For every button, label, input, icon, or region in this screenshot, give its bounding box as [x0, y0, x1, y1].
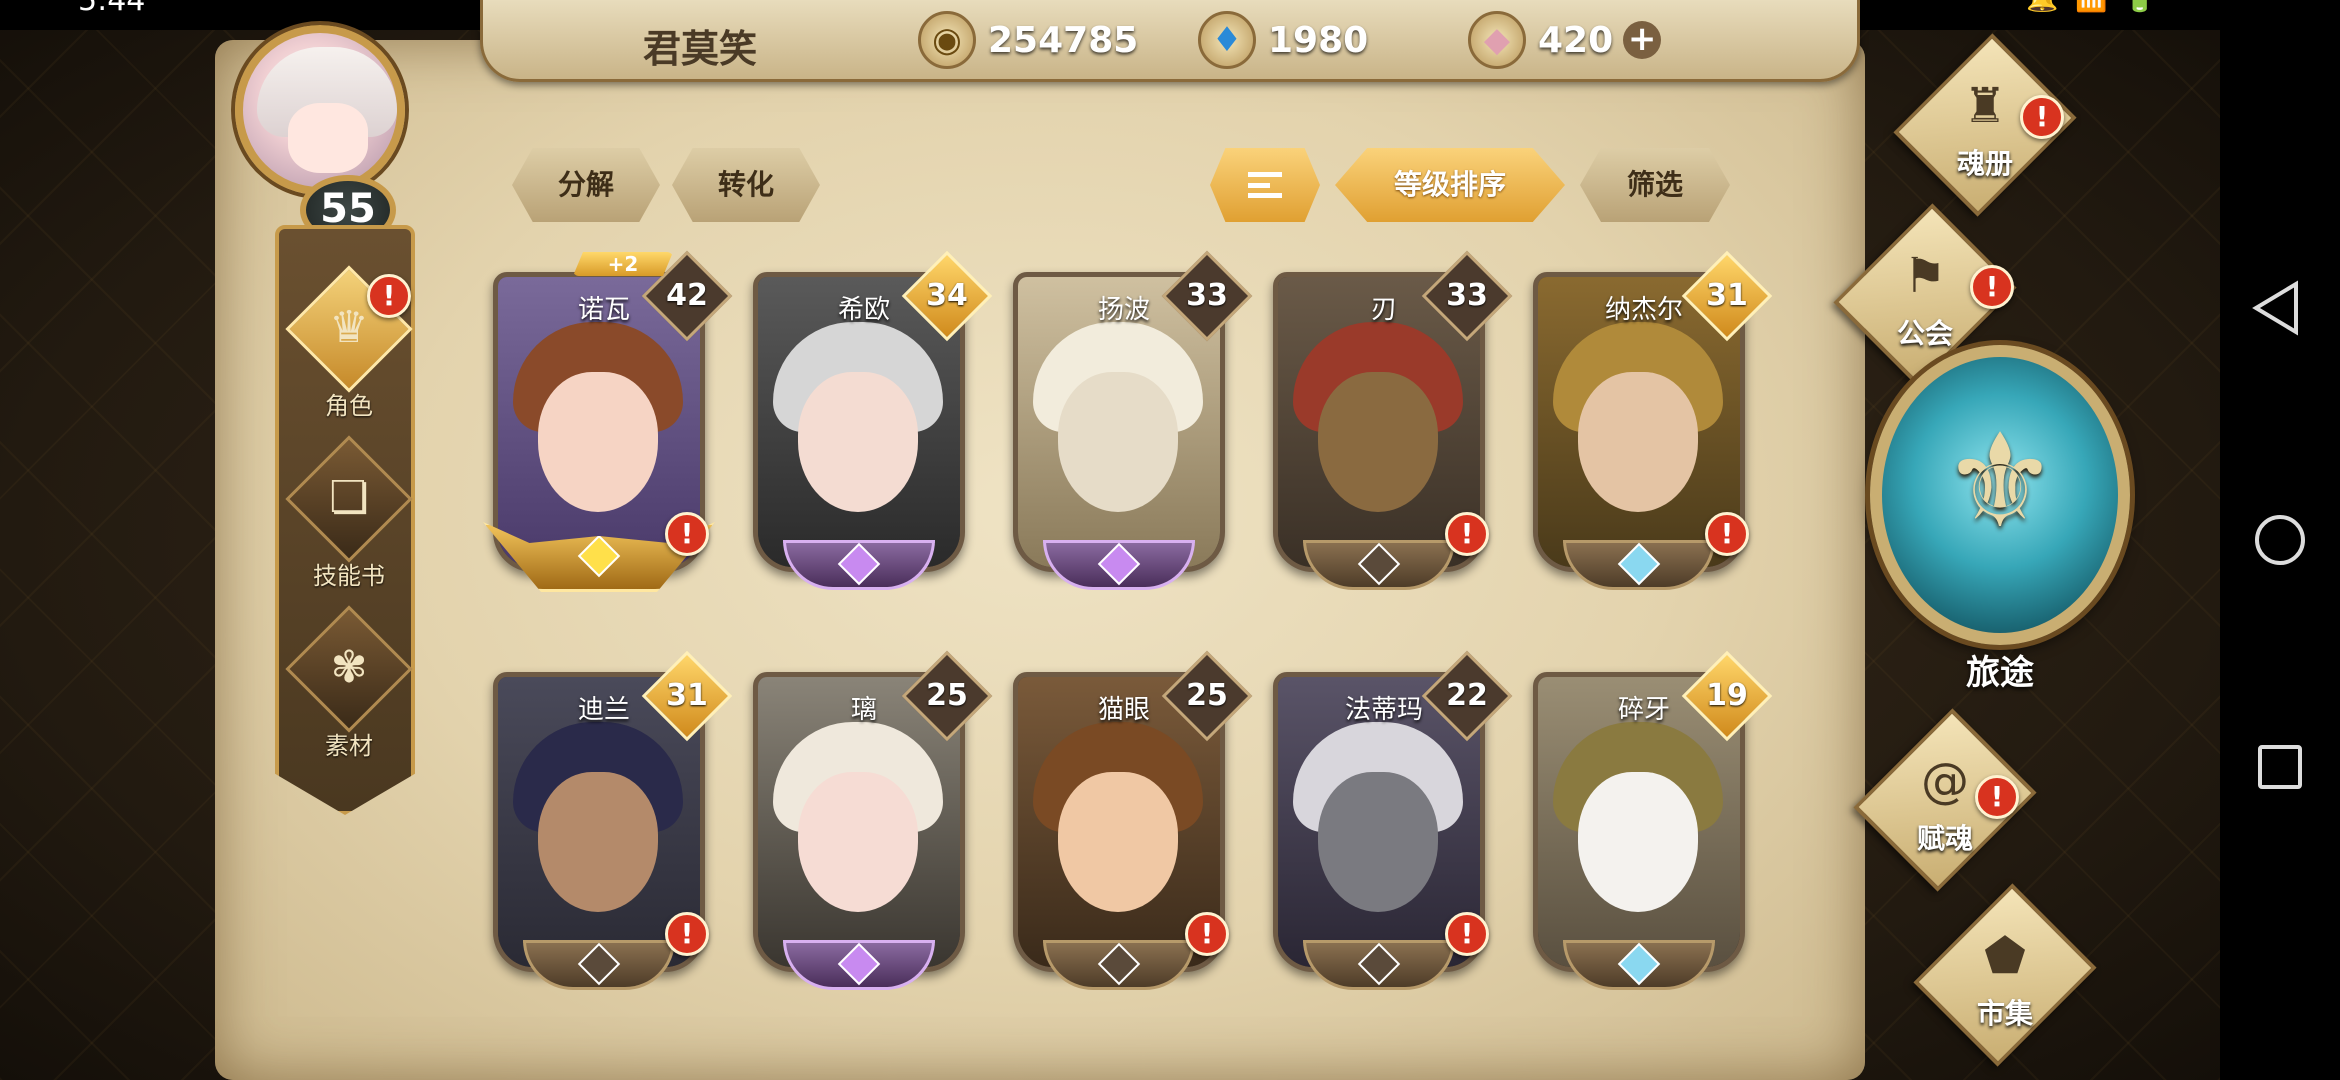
- gem-icon: [1097, 542, 1141, 586]
- avatar[interactable]: [235, 25, 405, 195]
- status-time: 5:44: [78, 0, 146, 18]
- alert-icon: !: [665, 512, 709, 556]
- market-button[interactable]: ⬟ 市集: [1900, 883, 2110, 1067]
- bonus-tag: +2: [573, 252, 673, 276]
- convert-button[interactable]: 转化: [672, 148, 820, 222]
- gem-icon: [577, 534, 621, 578]
- sidebar-item-material[interactable]: ✾ 素材: [279, 605, 415, 764]
- gold-coin-icon: ◉: [918, 11, 976, 69]
- pink-gem-icon: ◆: [1468, 11, 1526, 69]
- system-nav-bar: [2220, 0, 2340, 1080]
- hero-level: 25: [1186, 678, 1228, 713]
- journey-button[interactable]: ⚜ 旅途: [1870, 345, 2130, 705]
- gold-value: 254785: [988, 19, 1139, 61]
- soul-enchant-button[interactable]: @ 赋魂 !: [1840, 708, 2050, 892]
- rarity-base: [1043, 940, 1195, 990]
- menu-label: 市集: [1976, 997, 2033, 1030]
- player-avatar-frame[interactable]: 55: [205, 15, 485, 245]
- soul-book-button[interactable]: ♜ 魂册 !: [1880, 33, 2090, 217]
- home-icon[interactable]: [2255, 515, 2305, 565]
- hero-level: 25: [926, 678, 968, 713]
- gold-resource: ◉ 254785: [918, 10, 1138, 70]
- market-gem-icon: ⬟: [1984, 928, 2026, 984]
- gem-icon: [1097, 942, 1141, 986]
- crystal-resource: ♦ 1980: [1198, 10, 1368, 70]
- hero-card[interactable]: 猫眼 25 !: [1013, 650, 1253, 992]
- alert-icon: !: [1445, 912, 1489, 956]
- hero-card[interactable]: 璃 25: [753, 650, 993, 992]
- hero-card[interactable]: 刃 33 !: [1273, 250, 1513, 592]
- hero-level: 34: [926, 278, 968, 313]
- rarity-base: [1303, 940, 1455, 990]
- alert-icon: !: [1975, 775, 2019, 819]
- add-gem-button[interactable]: +: [1623, 21, 1662, 59]
- hero-card[interactable]: 碎牙 19: [1533, 650, 1773, 992]
- material-icon: ✾: [330, 642, 368, 693]
- hero-level: 33: [1446, 278, 1488, 313]
- left-sidebar: ♛ 角色 ! ❏ 技能书 ✾ 素材: [275, 225, 415, 815]
- hero-card[interactable]: 扬波 33: [1013, 250, 1253, 592]
- hero-card[interactable]: 法蒂玛 22 !: [1273, 650, 1513, 992]
- alert-icon: !: [1445, 512, 1489, 556]
- hero-card[interactable]: 纳杰尔 31 !: [1533, 250, 1773, 592]
- rarity-base: [783, 540, 935, 590]
- hero-level: 31: [1706, 278, 1748, 313]
- rarity-base: [523, 940, 675, 990]
- alert-icon: !: [665, 912, 709, 956]
- player-name: 君莫笑: [643, 27, 758, 71]
- journey-label: 旅途: [1966, 653, 2034, 693]
- hero-card[interactable]: 诺瓦 +2 42 !: [483, 250, 733, 592]
- sort-icon: [1248, 172, 1282, 198]
- rarity-base: [783, 940, 935, 990]
- back-icon[interactable]: [2250, 280, 2302, 336]
- gem-icon: [1617, 942, 1661, 986]
- resource-bar: 君莫笑 ◉ 254785 ♦ 1980 ◆ 420 +: [480, 0, 1860, 82]
- gem-value: 420: [1538, 19, 1614, 61]
- menu-label: 赋魂: [1916, 822, 1973, 855]
- hero-card[interactable]: 迪兰 31 !: [493, 650, 733, 992]
- alert-icon: !: [1185, 912, 1229, 956]
- gem-resource: ◆ 420 +: [1468, 10, 1662, 70]
- alert-icon: !: [1705, 512, 1749, 556]
- decompose-button[interactable]: 分解: [512, 148, 660, 222]
- rarity-base: [1303, 540, 1455, 590]
- hero-level: 22: [1446, 678, 1488, 713]
- skill-book-icon: ❏: [329, 472, 369, 523]
- alert-icon: !: [1970, 265, 2014, 309]
- sidebar-item-character[interactable]: ♛ 角色 !: [279, 265, 415, 424]
- sort-by-level-button[interactable]: 等级排序: [1335, 148, 1565, 222]
- status-icons: 🔔 📶 🔋: [2026, 0, 2160, 12]
- gem-icon: [1357, 942, 1401, 986]
- alert-icon: !: [2020, 95, 2064, 139]
- gem-icon: [1617, 542, 1661, 586]
- blue-crystal-icon: ♦: [1198, 11, 1256, 69]
- sidebar-item-label: 素材: [325, 732, 373, 760]
- menu-label: 魂册: [1956, 147, 2013, 180]
- journey-emblem-icon: ⚜: [1941, 405, 2059, 557]
- hero-level: 42: [666, 278, 708, 313]
- sidebar-item-label: 技能书: [313, 562, 385, 590]
- alert-icon: !: [367, 274, 411, 318]
- sidebar-item-skill-book[interactable]: ❏ 技能书: [279, 435, 415, 594]
- hero-level: 33: [1186, 278, 1228, 313]
- hero-level: 19: [1706, 678, 1748, 713]
- gem-icon: [1357, 542, 1401, 586]
- rarity-base: [1563, 540, 1715, 590]
- rarity-base: [1043, 540, 1195, 590]
- gem-icon: [577, 942, 621, 986]
- sort-order-button[interactable]: [1210, 148, 1320, 222]
- gem-icon: [837, 942, 881, 986]
- hero-level: 31: [666, 678, 708, 713]
- crystal-value: 1980: [1268, 19, 1369, 61]
- recents-icon[interactable]: [2258, 745, 2302, 789]
- rarity-base: [1563, 940, 1715, 990]
- gem-icon: [837, 542, 881, 586]
- sidebar-item-label: 角色: [325, 392, 373, 420]
- hero-card[interactable]: 希欧 34: [753, 250, 993, 592]
- game-screen: 5:44 🔔 📶 🔋 君莫笑 ◉ 254785 ♦ 1980 ◆ 420 + 5…: [0, 0, 2220, 1080]
- filter-button[interactable]: 筛选: [1580, 148, 1730, 222]
